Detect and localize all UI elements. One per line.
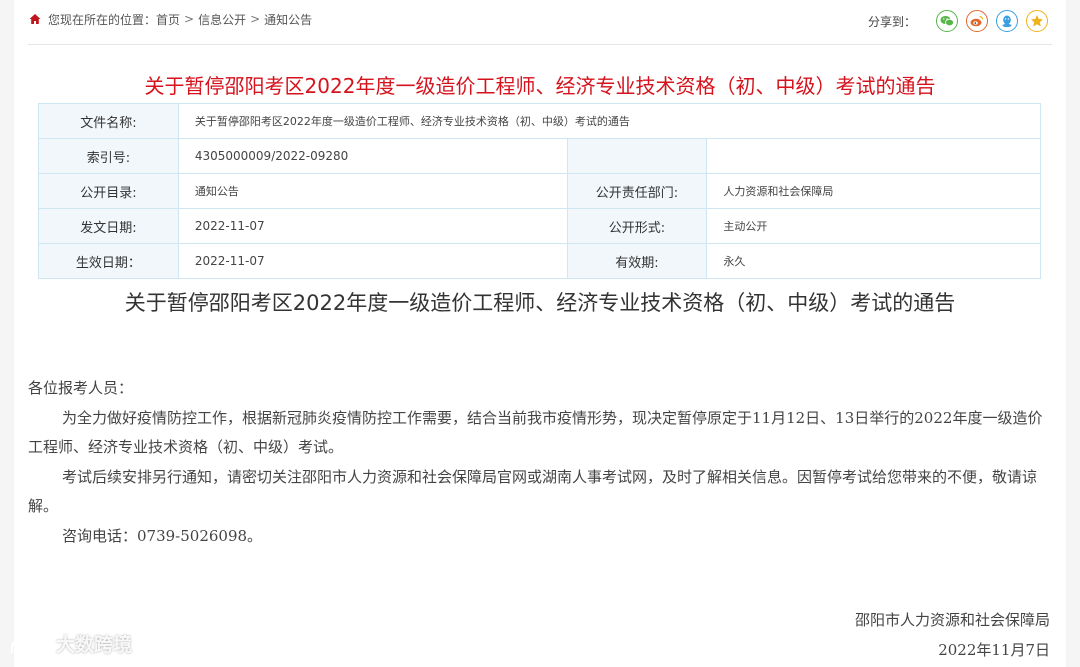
article-paragraph: 为全力做好疫情防控工作，根据新冠肺炎疫情防控工作需要，结合当前我市疫情形势，现决… — [28, 408, 1043, 457]
breadcrumb-prefix: 您现在所在的位置： — [48, 12, 157, 27]
effective-date-value: 2022-11-07 — [177, 243, 568, 279]
qzone-star-icon — [1031, 15, 1043, 27]
validity-label: 有效期: — [566, 243, 708, 279]
meta-row-effective-date: 生效日期： 2022-11-07 有效期: 永久 — [38, 243, 1041, 279]
breadcrumb-home[interactable]: 首页 — [156, 11, 180, 28]
signature-org: 邵阳市人力资源和社会保障局 — [854, 611, 1050, 629]
empty-value-cell — [706, 138, 1041, 174]
dept-value: 人力资源和社会保障局 — [706, 173, 1041, 209]
share-qzone-button[interactable] — [1026, 10, 1048, 32]
validity-value: 永久 — [706, 243, 1041, 279]
meta-row-file-name: 文件名称: 关于暂停邵阳考区2022年度一级造价工程师、经济专业技术资格（初、中… — [38, 103, 1042, 139]
catalog-value: 通知公告 — [177, 173, 568, 209]
empty-label-cell — [566, 138, 708, 174]
wechat-icon — [940, 16, 954, 27]
page-left-margin — [0, 0, 14, 667]
file-name-value: 关于暂停邵阳考区2022年度一级造价工程师、经济专业技术资格（初、中级）考试的通… — [177, 103, 1042, 139]
form-label: 公开形式: — [566, 208, 708, 244]
meta-row-catalog: 公开目录: 通知公告 公开责任部门: 人力资源和社会保障局 — [38, 173, 1041, 209]
breadcrumb-separator: > — [184, 12, 195, 26]
page-title: 关于暂停邵阳考区2022年度一级造价工程师、经济专业技术资格（初、中级）考试的通… — [144, 74, 936, 98]
breadcrumb-info-public[interactable]: 信息公开 — [198, 11, 246, 28]
meta-row-index: 索引号: 4305000009/2022-09280 — [38, 138, 1041, 174]
header-divider — [28, 44, 1052, 45]
signature-block: 邵阳市人力资源和社会保障局 2022年11月7日 — [855, 606, 1050, 665]
share-bar: 分享到： — [868, 10, 1048, 32]
index-label: 索引号: — [38, 138, 179, 174]
issue-date-value: 2022-11-07 — [177, 208, 568, 244]
form-value: 主动公开 — [706, 208, 1041, 244]
dept-label: 公开责任部门: — [566, 173, 708, 209]
catalog-label: 公开目录: — [38, 173, 179, 209]
breadcrumb-separator: > — [250, 12, 261, 26]
breadcrumb: 您现在所在的位置： 首页 > 信息公开 > 通知公告 — [28, 10, 312, 28]
share-weibo-button[interactable] — [966, 10, 988, 32]
signature-date: 2022年11月7日 — [938, 640, 1050, 659]
weibo-icon — [970, 15, 984, 27]
share-label: 分享到： — [867, 14, 916, 29]
article-greeting: 各位报考人员： — [28, 379, 134, 397]
issue-date-label: 发文日期: — [38, 208, 179, 244]
document-meta-table: 文件名称: 关于暂停邵阳考区2022年度一级造价工程师、经济专业技术资格（初、中… — [38, 103, 1042, 279]
article-paragraph: 考试后续安排另行通知，请密切关注邵阳市人力资源和社会保障局官网或湖南人事考试网，… — [28, 467, 1038, 516]
file-name-label: 文件名称: — [38, 103, 179, 139]
effective-date-label: 生效日期： — [38, 243, 179, 279]
watermark: 大数跨境 — [8, 630, 132, 657]
breadcrumb-notice[interactable]: 通知公告 — [264, 11, 312, 28]
article-contact: 咨询电话：0739-5026098。 — [62, 526, 263, 545]
article-body: 各位报考人员： 为全力做好疫情防控工作，根据新冠肺炎疫情防控工作需要，结合当前我… — [28, 374, 1052, 551]
meta-row-issue-date: 发文日期: 2022-11-07 公开形式: 主动公开 — [38, 208, 1041, 244]
qq-icon — [1002, 15, 1012, 28]
home-icon — [29, 14, 41, 24]
watermark-text: 大数跨境 — [56, 634, 133, 656]
index-value: 4305000009/2022-09280 — [177, 138, 568, 174]
article-title: 关于暂停邵阳考区2022年度一级造价工程师、经济专业技术资格（初、中级）考试的通… — [124, 291, 956, 315]
share-qq-button[interactable] — [996, 10, 1018, 32]
watermark-logo-icon — [10, 636, 47, 653]
share-wechat-button[interactable] — [936, 10, 958, 32]
page-right-margin — [1066, 0, 1080, 667]
